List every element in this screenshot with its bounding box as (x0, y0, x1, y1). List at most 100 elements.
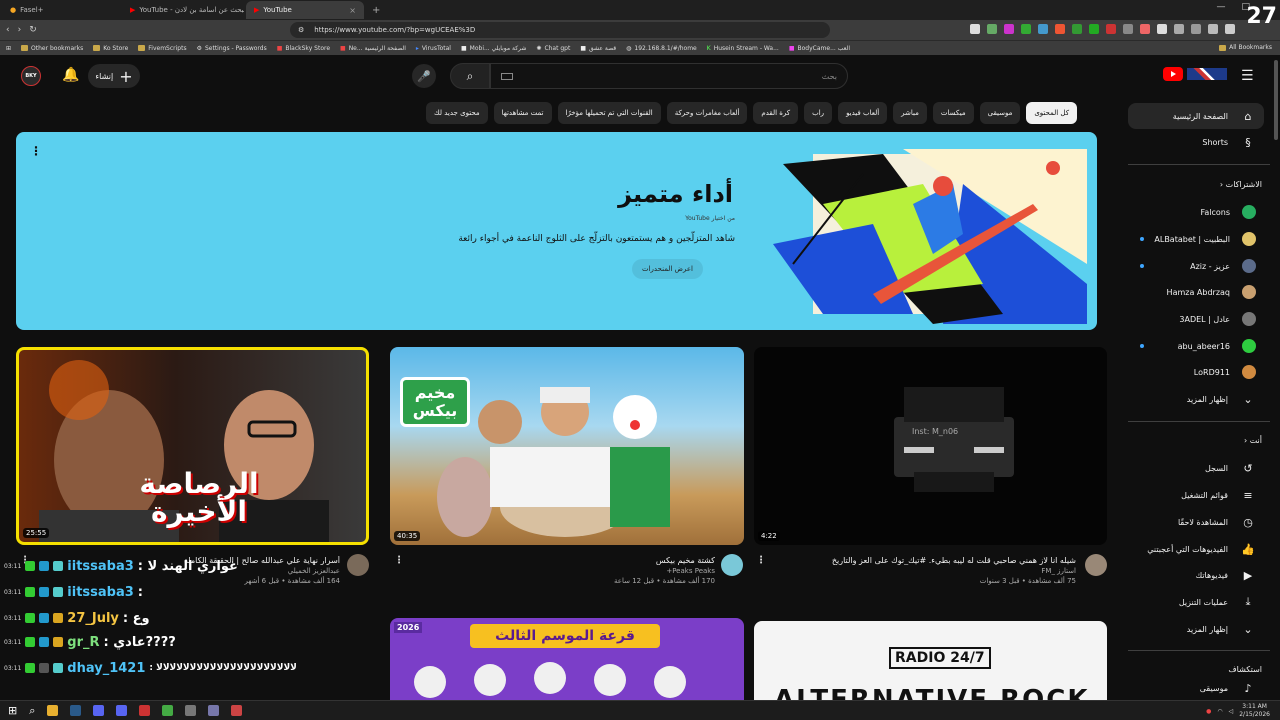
banner-cta-button[interactable]: اعرض المنحدرات (631, 259, 703, 279)
extension-icon[interactable] (1208, 24, 1218, 34)
subscription-item[interactable]: عزيز - Aziz (1128, 253, 1264, 279)
notifications-bell-icon[interactable]: 🔔 (62, 67, 79, 83)
video-thumbnail[interactable]: الرصاصة الأخيرة 25:55 (16, 347, 369, 545)
chip[interactable]: كرة القدم (753, 102, 799, 124)
subscription-item[interactable]: abu_abeer16 (1128, 333, 1264, 359)
chip[interactable]: موسيقى (979, 102, 1021, 124)
chip[interactable]: ميكسات (932, 102, 974, 124)
extension-icon[interactable] (1038, 24, 1048, 34)
extension-icon[interactable] (1106, 24, 1116, 34)
search-icon[interactable]: ⌕ (29, 704, 35, 718)
windows-start-icon[interactable]: ⊞ (8, 704, 17, 717)
channel-name[interactable]: Peaks Peaks+ (560, 567, 715, 575)
sidebar-item-downloads[interactable]: ⤓ عمليات التنزيل (1128, 589, 1264, 615)
bookmark-item[interactable]: ◍ 192.168.8.1/#/home (626, 45, 697, 52)
bookmark-item[interactable]: Other bookmarks (21, 45, 83, 52)
video-thumbnail[interactable]: 2026 قرعة الموسم الثالث (390, 618, 744, 700)
sidebar-item-watch-later[interactable]: ◷ المشاهدة لاحقًا (1128, 509, 1264, 535)
bookmark-item[interactable]: Ko Store (93, 45, 128, 52)
extension-icon[interactable] (1225, 24, 1235, 34)
sidebar-item-playlists[interactable]: ≡ قوائم التشغيل (1128, 482, 1264, 508)
extension-icon[interactable] (1089, 24, 1099, 34)
app-icon[interactable] (208, 705, 220, 716)
extension-icon[interactable] (1021, 24, 1031, 34)
tray-icon[interactable]: ● (1206, 708, 1211, 715)
you-heading[interactable]: أنت ‹ (1244, 436, 1262, 445)
chip[interactable]: ألعاب فيديو (838, 102, 888, 124)
reload-icon[interactable]: ↻ (29, 25, 37, 35)
bookmark-item[interactable]: ■ Mobi... شركة موبايلي (461, 45, 526, 52)
video-title[interactable]: شيله انا لاز همني صاحبي قلت له ليبه بطيء… (770, 556, 1076, 565)
wifi-icon[interactable]: ◠ (1217, 708, 1222, 715)
channel-name[interactable]: استارز _FM (770, 567, 1076, 575)
subscription-item[interactable]: Hamza Abdrzaq (1128, 279, 1264, 305)
sidebar-item-history[interactable]: ↺ السجل (1128, 455, 1264, 481)
show-more-subscriptions[interactable]: ⌄ إظهار المزيد (1128, 386, 1264, 412)
bookmark-item[interactable]: FivemScripts (138, 45, 187, 52)
subscriptions-heading[interactable]: الاشتراكات ‹ (1220, 180, 1262, 189)
browser-tab[interactable]: ▶YouTube - رحلة البحث عن اسامة بن لادن× (122, 1, 244, 19)
voice-search-icon[interactable]: 🎤 (412, 64, 436, 88)
extension-icon[interactable] (970, 24, 980, 34)
video-thumbnail[interactable]: Inst: M_n06 4:22 (754, 347, 1107, 545)
app-icon[interactable] (116, 705, 128, 716)
extension-icon[interactable] (1004, 24, 1014, 34)
video-menu-icon[interactable]: ⋮ (756, 555, 766, 566)
chip[interactable]: القنوات التي تم تحميلها مؤخرًا (557, 102, 661, 124)
extension-icon[interactable] (1072, 24, 1082, 34)
app-icon[interactable] (139, 705, 151, 716)
sidebar-item-liked[interactable]: 👍 الفيديوهات التي أعجبتني (1128, 536, 1264, 562)
system-clock[interactable]: 3:11 AM 2/15/2026 (1239, 703, 1270, 719)
show-more-you[interactable]: ⌄ إظهار المزيد (1128, 616, 1264, 642)
bookmark-item[interactable]: ▸ VirusTotal (416, 45, 451, 52)
new-tab-button[interactable]: + (366, 5, 386, 16)
create-button[interactable]: إنشاء + (88, 64, 140, 88)
chip[interactable]: ألعاب مغامرات وحركة (666, 102, 748, 124)
all-bookmarks[interactable]: All Bookmarks (1219, 44, 1272, 51)
discord-icon[interactable] (93, 705, 105, 716)
account-avatar[interactable]: BKY (21, 66, 41, 86)
chip[interactable]: مباشر (893, 102, 927, 124)
bookmark-item[interactable]: ⚙ Settings - Passwords (197, 45, 267, 52)
subscription-item[interactable]: عادل | 3ADEL (1128, 306, 1264, 332)
more-options-icon[interactable]: ⋮ (30, 144, 42, 158)
chip[interactable]: راب (804, 102, 833, 124)
bookmark-item[interactable]: ■ قصة عشق (580, 45, 616, 52)
sidebar-item-shorts[interactable]: § Shorts (1128, 129, 1264, 155)
extension-icon[interactable] (987, 24, 997, 34)
site-info-icon[interactable]: ⚙ (298, 26, 304, 34)
close-tab-icon[interactable]: × (349, 6, 356, 15)
file-explorer-icon[interactable] (47, 705, 59, 716)
bookmark-item[interactable]: ■ Ne... الصفحة الرئيسية (340, 45, 406, 52)
steam-icon[interactable] (70, 705, 82, 716)
page-scrollbar[interactable] (1274, 60, 1278, 140)
volume-icon[interactable]: ◁ (1229, 708, 1234, 715)
sidebar-item-your-videos[interactable]: ▶ فيديوهاتك (1128, 562, 1264, 588)
channel-avatar[interactable] (1085, 554, 1107, 576)
video-thumbnail[interactable]: مخيم بيكس 40:35 (390, 347, 744, 545)
chip-all[interactable]: كل المحتوى (1026, 102, 1078, 124)
subscription-item[interactable]: Falcons (1128, 199, 1264, 225)
chrome-icon[interactable] (162, 705, 174, 716)
back-icon[interactable]: ‹ (6, 25, 10, 35)
channel-avatar[interactable] (721, 554, 743, 576)
browser-tab-active[interactable]: ▶ YouTube × (246, 1, 364, 19)
video-thumbnail[interactable]: RADIO 24/7 ALTERNATIVE ROCK (754, 621, 1107, 700)
chip[interactable]: محتوى جديد لك (426, 102, 488, 124)
search-button[interactable]: ⌕ (450, 63, 490, 89)
url-field[interactable]: ⚙ https://www.youtube.com/?bp=wgUCEAE%3D (290, 22, 830, 38)
extension-icon[interactable] (1140, 24, 1150, 34)
subscription-item[interactable]: LoRD911 (1128, 359, 1264, 385)
youtube-logo[interactable] (1163, 67, 1227, 81)
bookmark-item[interactable]: ✺ Chat gpt (536, 45, 570, 52)
settings-icon[interactable] (185, 705, 197, 716)
keyboard-icon[interactable] (501, 72, 513, 80)
search-input[interactable]: بحث (490, 63, 848, 89)
sidebar-item-music[interactable]: ♪ موسيقى (1128, 679, 1264, 697)
bookmark-item[interactable]: K Husein Stream - Wa... (707, 45, 779, 52)
extension-icon[interactable] (1123, 24, 1133, 34)
promo-banner[interactable]: ⋮ أداء متميز من اختيار YouTube شاهد المت… (16, 132, 1097, 330)
bookmark-item[interactable]: ■ BodyCame... العب (789, 45, 850, 52)
forward-icon[interactable]: › (18, 25, 22, 35)
extension-icon[interactable] (1174, 24, 1184, 34)
